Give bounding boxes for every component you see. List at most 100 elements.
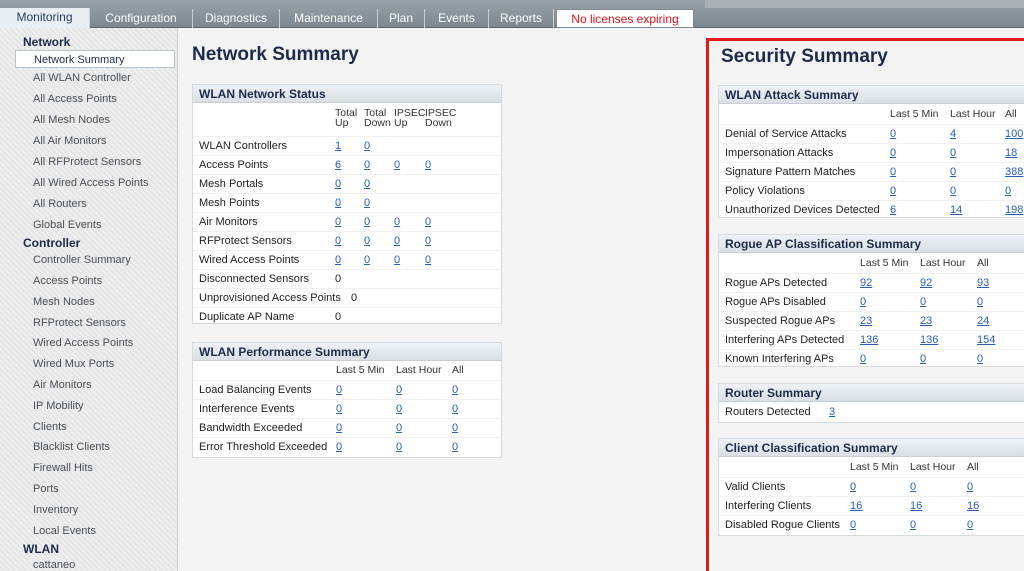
sidebar-item-ip-mobility[interactable]: IP Mobility: [33, 400, 84, 412]
value-link[interactable]: 0: [950, 182, 956, 200]
value-link[interactable]: 6: [890, 201, 896, 219]
value-link[interactable]: 1: [335, 137, 341, 155]
value-link[interactable]: 0: [364, 175, 370, 193]
tab-configuration[interactable]: Configuration: [90, 9, 193, 28]
value-link[interactable]: 0: [394, 232, 400, 250]
value-link[interactable]: 18: [1005, 144, 1017, 162]
value-link[interactable]: 92: [860, 274, 872, 292]
sidebar-item-wired-access-points[interactable]: Wired Access Points: [33, 337, 133, 349]
value-link[interactable]: 24: [977, 312, 989, 330]
value-link[interactable]: 0: [890, 144, 896, 162]
license-status-tab[interactable]: No licenses expiring: [556, 9, 694, 28]
sidebar-item-all-routers[interactable]: All Routers: [33, 198, 87, 210]
value-link[interactable]: 0: [396, 419, 402, 437]
value-link[interactable]: 0: [967, 478, 973, 496]
value-link[interactable]: 0: [336, 400, 342, 418]
value-link[interactable]: 93: [977, 274, 989, 292]
value-link[interactable]: 16: [967, 497, 979, 515]
value-link[interactable]: 16: [850, 497, 862, 515]
sidebar-item-all-air-monitors[interactable]: All Air Monitors: [33, 135, 106, 147]
value-link[interactable]: 0: [394, 251, 400, 269]
value-link[interactable]: 0: [967, 516, 973, 534]
value-link[interactable]: 136: [860, 331, 878, 349]
value-link[interactable]: 0: [920, 350, 926, 368]
value-link[interactable]: 0: [452, 419, 458, 437]
value-link[interactable]: 16: [910, 497, 922, 515]
sidebar-item-rfprotect-sensors[interactable]: RFProtect Sensors: [33, 317, 126, 329]
value-link[interactable]: 0: [860, 293, 866, 311]
value-link[interactable]: 92: [920, 274, 932, 292]
value-link[interactable]: 0: [977, 350, 983, 368]
sidebar-item-wired-mux-ports[interactable]: Wired Mux Ports: [33, 358, 114, 370]
value-link[interactable]: 0: [950, 144, 956, 162]
value-link[interactable]: 0: [364, 213, 370, 231]
value-link[interactable]: 100: [1005, 125, 1023, 143]
sidebar-item-mesh-nodes[interactable]: Mesh Nodes: [33, 296, 95, 308]
value-link[interactable]: 0: [364, 137, 370, 155]
value-link[interactable]: 0: [890, 125, 896, 143]
sidebar-item-inventory[interactable]: Inventory: [33, 504, 78, 516]
value-link[interactable]: 0: [1005, 182, 1011, 200]
tab-events[interactable]: Events: [425, 9, 489, 28]
value-link[interactable]: 0: [335, 232, 341, 250]
sidebar-item-all-mesh-nodes[interactable]: All Mesh Nodes: [33, 114, 110, 126]
value-link[interactable]: 0: [977, 293, 983, 311]
value-link[interactable]: 0: [890, 163, 896, 181]
value-link[interactable]: 0: [336, 419, 342, 437]
value-link[interactable]: 0: [452, 381, 458, 399]
value-link[interactable]: 14: [950, 201, 962, 219]
value-link[interactable]: 0: [394, 156, 400, 174]
value-link[interactable]: 0: [860, 350, 866, 368]
value-link[interactable]: 0: [335, 213, 341, 231]
value-link[interactable]: 0: [452, 438, 458, 456]
sidebar-item-all-access-points[interactable]: All Access Points: [33, 93, 117, 105]
tab-reports[interactable]: Reports: [489, 9, 554, 28]
tab-monitoring[interactable]: Monitoring: [0, 8, 90, 28]
value-link[interactable]: 0: [335, 175, 341, 193]
sidebar-item-local-events[interactable]: Local Events: [33, 525, 96, 537]
sidebar-item-all-wlan-controller[interactable]: All WLAN Controller: [33, 72, 131, 84]
sidebar-item-clients[interactable]: Clients: [33, 421, 67, 433]
value-link[interactable]: 0: [364, 156, 370, 174]
value-link[interactable]: 0: [920, 293, 926, 311]
value-link[interactable]: 4: [950, 125, 956, 143]
value-link[interactable]: 0: [850, 516, 856, 534]
value-link[interactable]: 0: [396, 381, 402, 399]
sidebar-item-air-monitors[interactable]: Air Monitors: [33, 379, 92, 391]
value-link[interactable]: 3: [829, 403, 835, 421]
sidebar-item-network-summary[interactable]: Network Summary: [15, 50, 175, 68]
value-link[interactable]: 0: [850, 478, 856, 496]
value-link[interactable]: 154: [977, 331, 995, 349]
value-link[interactable]: 388: [1005, 163, 1023, 181]
sidebar-item-global-events[interactable]: Global Events: [33, 219, 101, 231]
value-link[interactable]: 0: [396, 438, 402, 456]
sidebar-item-firewall-hits[interactable]: Firewall Hits: [33, 462, 93, 474]
value-link[interactable]: 0: [364, 251, 370, 269]
value-link[interactable]: 0: [335, 251, 341, 269]
value-link[interactable]: 0: [452, 400, 458, 418]
value-link[interactable]: 0: [425, 213, 431, 231]
value-link[interactable]: 6: [335, 156, 341, 174]
value-link[interactable]: 136: [920, 331, 938, 349]
value-link[interactable]: 23: [860, 312, 872, 330]
sidebar-item-access-points[interactable]: Access Points: [33, 275, 102, 287]
sidebar-item-blacklist-clients[interactable]: Blacklist Clients: [33, 441, 110, 453]
tab-maintenance[interactable]: Maintenance: [280, 9, 378, 28]
value-link[interactable]: 0: [396, 400, 402, 418]
value-link[interactable]: 0: [425, 232, 431, 250]
value-link[interactable]: 0: [335, 194, 341, 212]
value-link[interactable]: 0: [364, 194, 370, 212]
value-link[interactable]: 0: [364, 232, 370, 250]
sidebar-item-all-wired-access-points[interactable]: All Wired Access Points: [33, 177, 149, 189]
value-link[interactable]: 0: [910, 478, 916, 496]
value-link[interactable]: 0: [910, 516, 916, 534]
tab-plan[interactable]: Plan: [378, 9, 425, 28]
value-link[interactable]: 0: [950, 163, 956, 181]
value-link[interactable]: 198: [1005, 201, 1023, 219]
value-link[interactable]: 0: [394, 213, 400, 231]
sidebar-item-wlan-cattaneo[interactable]: cattaneo: [33, 559, 75, 571]
value-link[interactable]: 23: [920, 312, 932, 330]
sidebar-item-all-rfprotect-sensors[interactable]: All RFProtect Sensors: [33, 156, 141, 168]
sidebar-item-controller-summary[interactable]: Controller Summary: [33, 254, 131, 266]
sidebar-item-ports[interactable]: Ports: [33, 483, 59, 495]
